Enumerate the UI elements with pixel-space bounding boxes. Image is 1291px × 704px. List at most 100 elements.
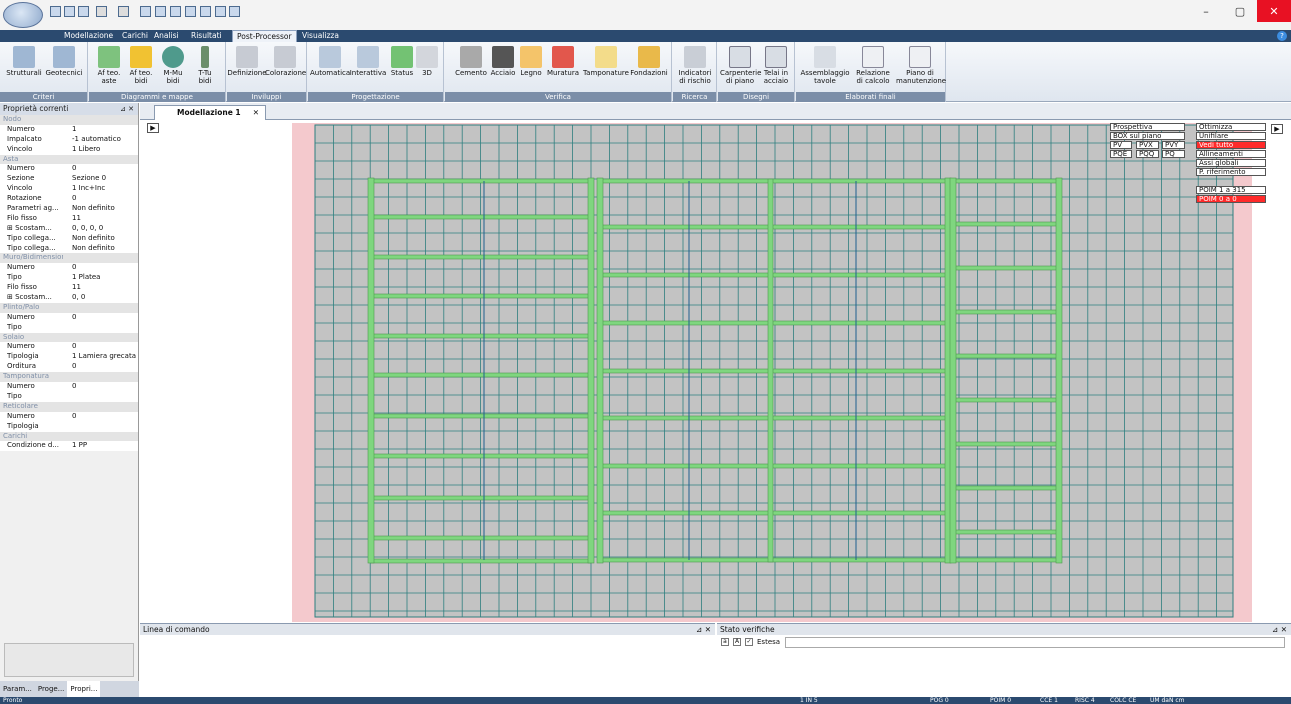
zoom-icon[interactable] — [140, 6, 151, 17]
status-filter-field[interactable] — [785, 637, 1285, 648]
property-value[interactable]: 0, 0 — [72, 293, 85, 303]
redo-icon[interactable] — [118, 6, 129, 17]
property-row[interactable]: Sezione Sezione 0 — [0, 174, 138, 185]
tamponature-button[interactable]: Tamponature — [583, 44, 629, 90]
view-option-button[interactable]: PQE — [1110, 150, 1132, 158]
decrease-font-icon[interactable]: a — [721, 637, 729, 646]
property-row[interactable]: Vincolo 1 Libero — [0, 144, 138, 155]
property-row[interactable]: Numero 0 — [0, 411, 138, 422]
assemblaggio-tavole-button[interactable]: Assemblaggio tavole — [800, 44, 850, 90]
property-value[interactable]: 0, 0, 0, 0 — [72, 224, 103, 234]
property-value[interactable]: 0 — [72, 412, 76, 422]
maximize-button[interactable]: ▢ — [1223, 0, 1257, 22]
display-option-button[interactable]: P. riferimento — [1196, 168, 1266, 176]
tab-progetto[interactable]: Proge... — [35, 681, 68, 697]
edit-icon[interactable] — [200, 6, 211, 17]
property-value[interactable]: 11 — [72, 283, 81, 293]
view-option-button[interactable]: PVY — [1162, 141, 1185, 149]
open-file-icon[interactable] — [64, 6, 75, 17]
property-row[interactable]: ⊞ Scostam... 0, 0, 0, 0 — [0, 223, 138, 234]
property-category[interactable]: Asta — [0, 154, 138, 165]
save-file-icon[interactable] — [78, 6, 89, 17]
view-option-button[interactable]: Prospettiva — [1110, 123, 1185, 131]
view-option-button[interactable]: PQQ — [1136, 150, 1159, 158]
property-row[interactable]: Tipo collega... Non definito — [0, 233, 138, 244]
display-option-button[interactable]: Unifilare — [1196, 132, 1266, 140]
grid-icon[interactable] — [215, 6, 226, 17]
pin-icon[interactable]: ⊿ ✕ — [1272, 624, 1287, 635]
close-tab-icon[interactable]: ✕ — [253, 106, 259, 119]
tab-analisi[interactable]: Analisi — [150, 30, 183, 42]
property-value[interactable]: Non definito — [72, 234, 115, 244]
relazione-di-calcolo-button[interactable]: Relazione di calcolo — [850, 44, 896, 90]
tab-proprieta[interactable]: Propri... — [67, 681, 101, 697]
colorazione-button[interactable]: Colorazione — [265, 44, 306, 90]
property-value[interactable]: 1 — [72, 125, 76, 135]
property-value[interactable]: 1 Inc+Inc — [72, 184, 105, 194]
new-file-icon[interactable] — [50, 6, 61, 17]
definizione-button[interactable]: Definizione — [227, 44, 267, 90]
display-option-button[interactable]: POIM 1 a 315 — [1196, 186, 1266, 194]
property-row[interactable]: Tipo — [0, 322, 138, 333]
property-value[interactable]: 11 — [72, 214, 81, 224]
telai-in-acciaio-button[interactable]: Telai in acciaio — [756, 44, 796, 90]
t-tu-bidi-button[interactable]: T-Tu bidi — [185, 44, 225, 90]
property-value[interactable]: Sezione 0 — [72, 174, 106, 184]
tab-carichi[interactable]: Carichi — [118, 30, 152, 42]
property-row[interactable]: Vincolo 1 Inc+Inc — [0, 184, 138, 195]
pin-icon[interactable]: ⊿ ✕ — [120, 103, 134, 115]
view-option-button[interactable]: PVX — [1136, 141, 1159, 149]
property-value[interactable]: 1 Lamiera grecata — [72, 352, 136, 362]
property-row[interactable]: Filo fisso 11 — [0, 213, 138, 224]
property-value[interactable]: 0 — [72, 263, 76, 273]
model-viewport[interactable]: ▶ Prospettiva BOX sul piano PV PVX PVY PQE PQQ… — [140, 120, 1291, 622]
move-icon[interactable] — [229, 6, 240, 17]
tab-post-processor[interactable]: Post-Processor — [232, 30, 297, 42]
3d-button[interactable]: 3D — [412, 44, 442, 90]
property-value[interactable]: 0 — [72, 362, 76, 372]
property-row[interactable]: Tipo 1 Platea — [0, 273, 138, 284]
geotecnici-button[interactable]: Geotecnici — [44, 44, 84, 90]
carpenterie-di-piano-button[interactable]: Carpenterie di piano — [720, 44, 761, 90]
property-category[interactable]: Solaio — [0, 332, 138, 343]
property-category[interactable]: Nodo — [0, 115, 138, 125]
property-row[interactable]: Impalcato -1 automatico — [0, 134, 138, 145]
property-category[interactable]: Tamponatura — [0, 372, 138, 383]
render-icon[interactable] — [185, 6, 196, 17]
undo-icon[interactable] — [96, 6, 107, 17]
view-option-button[interactable]: PV — [1110, 141, 1132, 149]
property-row[interactable]: Tipo — [0, 391, 138, 402]
tab-risultati[interactable]: Risultati — [187, 30, 226, 42]
property-value[interactable]: Non definito — [72, 204, 115, 214]
view-option-button[interactable]: BOX sul piano — [1110, 132, 1185, 140]
property-value[interactable]: 1 PP — [72, 441, 87, 451]
property-row[interactable]: Parametri ag... Non definito — [0, 204, 138, 214]
property-category[interactable]: Plinto/Palo — [0, 302, 138, 313]
expand-controls-icon[interactable]: ▶ — [1271, 124, 1283, 134]
close-button[interactable]: ✕ — [1257, 0, 1291, 22]
property-row[interactable]: Numero 0 — [0, 382, 138, 392]
property-value[interactable]: 0 — [72, 313, 76, 323]
property-value[interactable]: 0 — [72, 194, 76, 204]
property-row[interactable]: Rotazione 0 — [0, 194, 138, 205]
increase-font-icon[interactable]: A — [733, 637, 741, 646]
property-row[interactable]: Tipologia 1 Lamiera grecata — [0, 352, 138, 363]
piano-di-manutenzione-button[interactable]: Piano di manutenzione — [896, 44, 946, 90]
tab-visualizza[interactable]: Visualizza — [298, 30, 343, 42]
property-row[interactable]: ⊞ Scostam... 0, 0 — [0, 293, 138, 303]
minimize-button[interactable]: – — [1189, 0, 1223, 22]
tab-parametri[interactable]: Param... — [0, 681, 35, 697]
document-tab[interactable]: Modellazione 1 ✕ — [154, 105, 266, 120]
help-icon[interactable]: ? — [1277, 31, 1287, 41]
automatica-button[interactable]: Automatica — [310, 44, 350, 90]
property-row[interactable]: Numero 1 — [0, 124, 138, 135]
property-row[interactable]: Tipologia — [0, 421, 138, 432]
display-option-button[interactable]: POIM 0 a 0 — [1196, 195, 1266, 203]
property-row[interactable]: Numero 0 — [0, 342, 138, 353]
property-value[interactable]: 0 — [72, 164, 76, 174]
property-category[interactable]: Muro/Bidimensionale — [0, 253, 138, 264]
application-menu-button[interactable] — [3, 2, 43, 28]
property-row[interactable]: Numero 0 — [0, 164, 138, 175]
strutturali-button[interactable]: Strutturali — [4, 44, 44, 90]
floor-plan-drawing[interactable] — [140, 120, 1291, 622]
